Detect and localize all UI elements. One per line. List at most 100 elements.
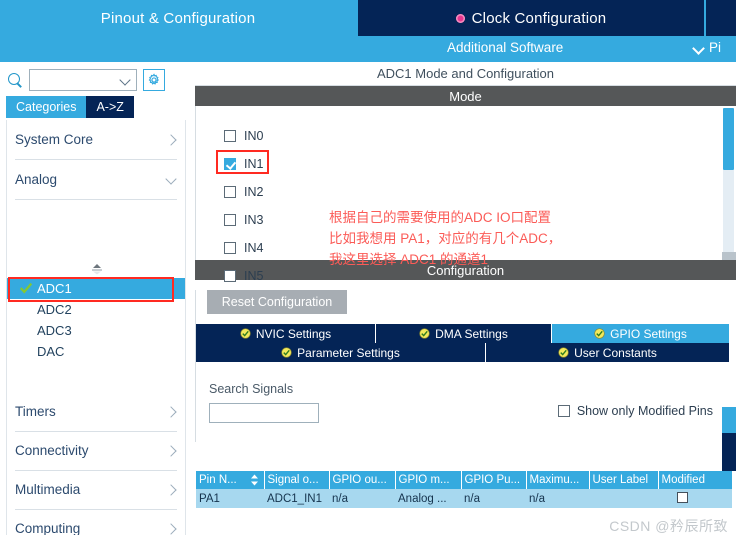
cell-gpio-mode[interactable]: Analog ... [395, 489, 461, 508]
chevron-right-icon [167, 135, 177, 145]
scroll-up-indicator-icon [92, 264, 102, 275]
peripheral-scroll-up-indicator[interactable] [7, 262, 185, 276]
show-only-modified-pins-row[interactable]: Show only Modified Pins [557, 404, 713, 418]
checkbox-in3[interactable] [224, 214, 236, 226]
sidebar-item-dac-label: DAC [37, 344, 65, 359]
checkbox-show-only-modified-pins[interactable] [557, 405, 570, 417]
mode-band-label: Mode [449, 88, 482, 104]
settings-tabs-row-2: Parameter Settings User Constants [196, 343, 729, 362]
sidebar-item-connectivity-label: Connectivity [15, 443, 89, 458]
sidebar-item-adc1-label: ADC1 [37, 281, 72, 296]
channel-in4-label: IN4 [244, 241, 264, 255]
column-header-gpio-output[interactable]: GPIO ou... [329, 471, 396, 489]
checkbox-row-modified[interactable] [677, 491, 688, 503]
cell-user-label[interactable] [589, 489, 658, 508]
checkbox-in0[interactable] [224, 130, 236, 142]
checkbox-in5[interactable] [224, 270, 236, 282]
channel-row-in0[interactable]: IN0 [224, 129, 263, 143]
sidebar-item-adc1[interactable]: ADC1 [7, 278, 185, 299]
sidebar-item-analog[interactable]: Analog [15, 160, 177, 200]
additional-software-button[interactable]: Additional Software [447, 40, 563, 55]
tab-gpio-settings-label: GPIO Settings [610, 326, 687, 341]
chevron-right-icon [167, 485, 177, 495]
sidebar-tab-categories[interactable]: Categories [6, 96, 87, 118]
channel-in2-label: IN2 [244, 185, 264, 199]
page-title: ADC1 Mode and Configuration [195, 62, 736, 86]
mode-scroll-gutter-bottom [722, 252, 736, 260]
tab-gpio-settings[interactable]: GPIO Settings [552, 324, 729, 343]
pinout-view-label: Pi [709, 40, 722, 55]
column-header-gpio-mode[interactable]: GPIO m... [395, 471, 462, 489]
checkbox-in1[interactable] [224, 158, 236, 170]
channel-row-in3[interactable]: IN3 [224, 213, 263, 227]
sidebar-item-system-core-label: System Core [15, 132, 94, 147]
cell-gpio-pull: n/a [461, 489, 526, 508]
ok-check-icon [281, 347, 292, 358]
channel-in5-label: IN5 [244, 269, 264, 283]
channel-row-in2[interactable]: IN2 [224, 185, 263, 199]
sidebar-item-timers[interactable]: Timers [15, 392, 177, 432]
ok-check-icon [558, 347, 569, 358]
additional-software-label: Additional Software [447, 40, 564, 55]
tab-nvic-settings[interactable]: NVIC Settings [196, 324, 376, 343]
tab-third-partial[interactable]: P [704, 0, 736, 36]
sidebar-item-adc2-label: ADC2 [37, 302, 72, 317]
settings-gear-button[interactable] [143, 69, 165, 91]
mode-band-gutter [722, 86, 736, 106]
tab-dma-settings[interactable]: DMA Settings [376, 324, 552, 343]
search-input[interactable] [30, 70, 116, 90]
mode-section-band: Mode [195, 86, 736, 106]
reset-configuration-button[interactable]: Reset Configuration [207, 290, 347, 314]
chevron-down-icon[interactable] [121, 76, 130, 85]
show-only-modified-pins-label: Show only Modified Pins [576, 404, 713, 418]
sidebar-item-system-core[interactable]: System Core [15, 120, 177, 160]
chevron-down-icon [694, 43, 704, 53]
watermark: CSDN @矜辰所致 [609, 518, 728, 534]
pink-dot-icon [455, 13, 465, 23]
mode-scroll-track-lower[interactable] [723, 170, 734, 252]
channel-row-in1[interactable]: IN1 [224, 157, 263, 171]
search-signals-input[interactable] [210, 404, 318, 422]
tab-parameter-settings[interactable]: Parameter Settings [196, 343, 486, 362]
cell-modified [658, 489, 732, 508]
tab-user-constants[interactable]: User Constants [486, 343, 729, 362]
sidebar-item-adc2[interactable]: ADC2 [7, 299, 185, 320]
search-signals-section: Search Signals Show only Modified Pins [195, 362, 736, 442]
cell-signal: ADC1_IN1 [264, 489, 329, 508]
column-header-maximum-label: Maximu... [529, 474, 580, 486]
sidebar-tab-a-to-z[interactable]: A->Z [86, 96, 134, 118]
sidebar-item-connectivity[interactable]: Connectivity [15, 431, 177, 471]
column-header-maximum[interactable]: Maximu... [526, 471, 590, 489]
tab-clock-configuration[interactable]: Clock Configuration [356, 0, 704, 36]
main-tab-bar: Pinout & Configuration Clock Configurati… [0, 0, 736, 36]
channel-row-in4[interactable]: IN4 [224, 241, 263, 255]
table-row[interactable]: PA1 ADC1_IN1 n/a Analog ... n/a n/a [196, 489, 732, 508]
peripheral-search-combo[interactable] [29, 69, 137, 91]
checkbox-in4[interactable] [224, 242, 236, 254]
tab-nvic-settings-label: NVIC Settings [255, 326, 332, 341]
search-signals-field[interactable] [209, 403, 319, 423]
sort-updown-icon[interactable] [250, 474, 259, 486]
sidebar-item-adc3[interactable]: ADC3 [7, 320, 185, 341]
tab-pinout-configuration[interactable]: Pinout & Configuration [0, 0, 356, 36]
category-list: System Core Analog ADC1 ADC2 ADC3 DAC Ti… [6, 120, 186, 535]
ok-check-icon [419, 328, 430, 339]
sidebar-item-multimedia[interactable]: Multimedia [15, 470, 177, 510]
cell-maximum: n/a [526, 489, 589, 508]
pinout-view-dropdown[interactable]: Pi [694, 40, 721, 55]
config-scroll-thumb[interactable] [722, 407, 736, 433]
checkbox-in2[interactable] [224, 186, 236, 198]
sidebar-item-dac[interactable]: DAC [7, 341, 185, 362]
column-header-modified[interactable]: Modified [658, 471, 732, 489]
channel-row-in5[interactable]: IN5 [224, 269, 263, 283]
mode-section: IN0 IN1 IN2 IN3 IN4 IN5 根据自己的需要使用的ADC IO… [195, 106, 736, 309]
column-header-gpio-pull[interactable]: GPIO Pu... [461, 471, 527, 489]
mode-scroll-thumb[interactable] [723, 108, 734, 170]
column-header-gpio-output-label: GPIO ou... [332, 474, 387, 486]
column-header-user-label[interactable]: User Label [589, 471, 659, 489]
column-header-signal[interactable]: Signal o... [264, 471, 330, 489]
sidebar-item-computing[interactable]: Computing [15, 509, 177, 535]
config-tabs-gutter [722, 433, 736, 471]
column-header-pin-name[interactable]: Pin N... [196, 471, 265, 489]
tab-clock-label: Clock Configuration [471, 9, 607, 27]
